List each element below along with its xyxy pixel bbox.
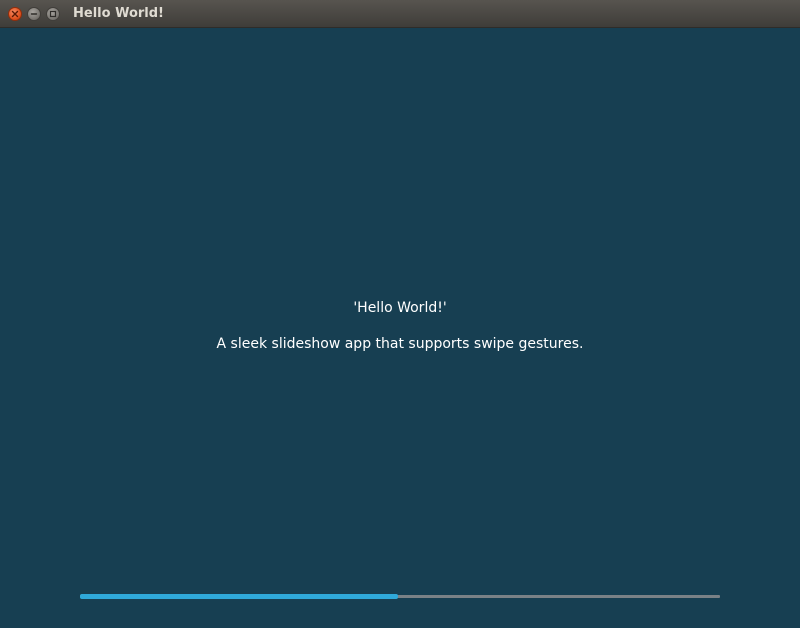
slide-title: 'Hello World!': [353, 300, 447, 316]
close-icon: [11, 10, 19, 18]
title-bar[interactable]: Hello World!: [0, 0, 800, 28]
maximize-button[interactable]: [46, 7, 60, 21]
minimize-button[interactable]: [27, 7, 41, 21]
close-button[interactable]: [8, 7, 22, 21]
maximize-icon: [49, 10, 57, 18]
app-window: Hello World! 'Hello World!' A sleek slid…: [0, 0, 800, 628]
window-title: Hello World!: [73, 6, 164, 21]
minimize-icon: [30, 13, 38, 15]
slide-area[interactable]: 'Hello World!' A sleek slideshow app tha…: [0, 28, 800, 628]
slideshow-progress-fill: [80, 594, 399, 599]
slide-description: A sleek slideshow app that supports swip…: [216, 336, 584, 352]
slideshow-progress-track[interactable]: [80, 594, 720, 599]
